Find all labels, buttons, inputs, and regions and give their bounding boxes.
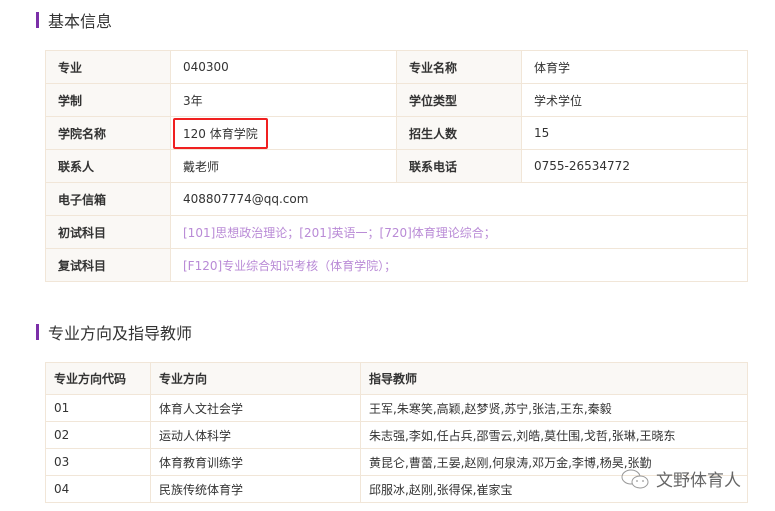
header-advisors: 指导教师 xyxy=(360,362,748,395)
table-row: 02 运动人体科学 朱志强,李如,任占兵,邵雪云,刘皓,莫仕围,戈哲,张琳,王晓东 xyxy=(45,421,748,449)
value-major-code: 040300 xyxy=(170,50,397,84)
cell-code: 04 xyxy=(45,475,151,503)
table-row: 学院名称 120 体育学院 招生人数 15 xyxy=(45,116,748,150)
cell-direction: 运动人体科学 xyxy=(150,421,361,449)
table-row: 初试科目 [101]思想政治理论；[201]英语一；[720]体育理论综合； xyxy=(45,215,748,249)
label-initial-exam: 初试科目 xyxy=(45,215,171,249)
wechat-icon xyxy=(621,469,649,488)
watermark: 文野体育人 xyxy=(620,466,741,491)
label-major-name: 专业名称 xyxy=(396,50,522,84)
table-row: 电子信箱 408807774@qq.com xyxy=(45,182,748,216)
basic-info-table: 专业 040300 专业名称 体育学 学制 3年 学位类型 学术学位 学院名称 … xyxy=(45,50,748,282)
header-code: 专业方向代码 xyxy=(45,362,151,395)
value-phone: 0755-26534772 xyxy=(521,149,748,183)
label-email: 电子信箱 xyxy=(45,182,171,216)
value-duration: 3年 xyxy=(170,83,397,117)
table-header-row: 专业方向代码 专业方向 指导教师 xyxy=(45,362,748,395)
section-marker xyxy=(36,324,39,340)
directions-title: 专业方向及指导教师 xyxy=(48,324,193,343)
retest-exam-subjects-link[interactable]: [F120]专业综合知识考核（体育学院）； xyxy=(170,248,748,282)
label-contact: 联系人 xyxy=(45,149,171,183)
cell-direction: 民族传统体育学 xyxy=(150,475,361,503)
cell-advisors: 朱志强,李如,任占兵,邵雪云,刘皓,莫仕围,戈哲,张琳,王晓东 xyxy=(360,421,748,449)
label-duration: 学制 xyxy=(45,83,171,117)
value-degree-type: 学术学位 xyxy=(521,83,748,117)
value-major-name: 体育学 xyxy=(521,50,748,84)
value-email: 408807774@qq.com xyxy=(170,182,748,216)
basic-info-title: 基本信息 xyxy=(48,12,113,31)
table-row: 专业 040300 专业名称 体育学 xyxy=(45,50,748,84)
label-enrollment: 招生人数 xyxy=(396,116,522,150)
table-row: 01 体育人文社会学 王军,朱寒笑,高颖,赵梦贤,苏宁,张洁,王东,秦毅 xyxy=(45,394,748,422)
header-direction: 专业方向 xyxy=(150,362,361,395)
watermark-text: 文野体育人 xyxy=(656,471,741,491)
section-marker xyxy=(36,12,39,28)
cell-code: 01 xyxy=(45,394,151,422)
label-retest-exam: 复试科目 xyxy=(45,248,171,282)
label-major-code: 专业 xyxy=(45,50,171,84)
initial-exam-subjects-link[interactable]: [101]思想政治理论；[201]英语一；[720]体育理论综合； xyxy=(170,215,748,249)
value-contact: 戴老师 xyxy=(170,149,397,183)
table-row: 联系人 戴老师 联系电话 0755-26534772 xyxy=(45,149,748,183)
cell-advisors: 王军,朱寒笑,高颖,赵梦贤,苏宁,张洁,王东,秦毅 xyxy=(360,394,748,422)
cell-direction: 体育教育训练学 xyxy=(150,448,361,476)
label-phone: 联系电话 xyxy=(396,149,522,183)
basic-info-heading: 基本信息 xyxy=(36,8,112,32)
cell-direction: 体育人文社会学 xyxy=(150,394,361,422)
label-degree-type: 学位类型 xyxy=(396,83,522,117)
label-college: 学院名称 xyxy=(45,116,171,150)
directions-heading: 专业方向及指导教师 xyxy=(36,320,192,344)
table-row: 复试科目 [F120]专业综合知识考核（体育学院）； xyxy=(45,248,748,282)
value-college-cell: 120 体育学院 xyxy=(170,116,397,150)
table-row: 学制 3年 学位类型 学术学位 xyxy=(45,83,748,117)
value-enrollment: 15 xyxy=(521,116,748,150)
cell-code: 02 xyxy=(45,421,151,449)
cell-code: 03 xyxy=(45,448,151,476)
value-college-highlighted: 120 体育学院 xyxy=(173,117,268,149)
